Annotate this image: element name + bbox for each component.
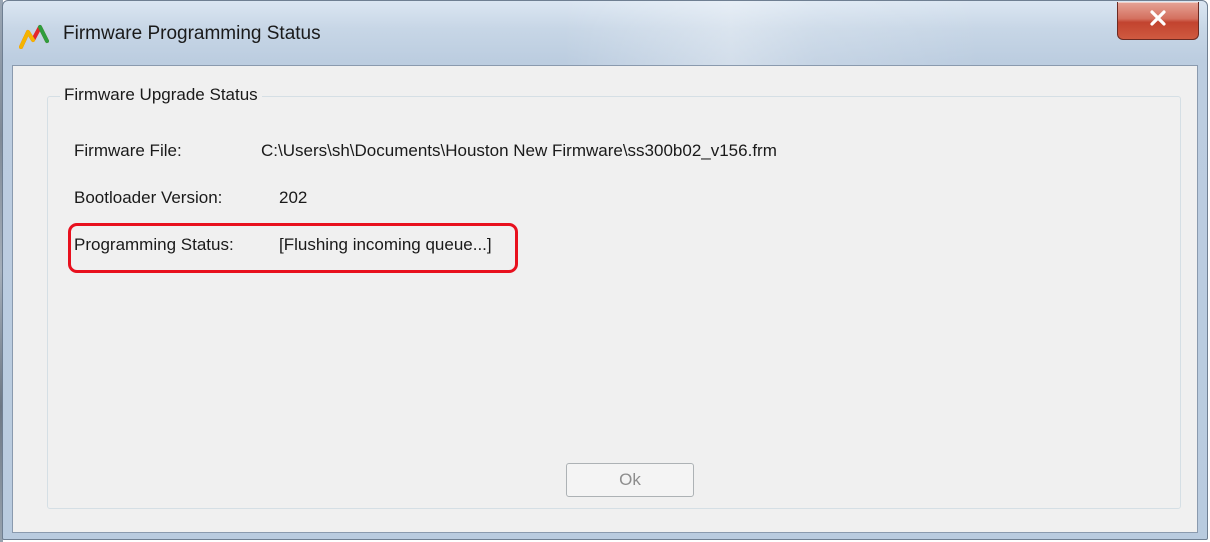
dialog-client-area: Firmware Upgrade Status Firmware File: C…: [12, 65, 1198, 533]
waveform-chart-icon: [19, 23, 49, 49]
firmware-file-value: C:\Users\sh\Documents\Houston New Firmwa…: [261, 141, 777, 160]
status-highlight-annotation: [68, 223, 518, 273]
dialog-window: Firmware Programming Status Firmware Upg…: [2, 0, 1208, 540]
window-title: Firmware Programming Status: [63, 23, 321, 44]
firmware-upgrade-status-group: Firmware Upgrade Status Firmware File: C…: [47, 85, 1181, 509]
ok-button[interactable]: Ok: [566, 463, 694, 497]
title-bar[interactable]: Firmware Programming Status: [3, 1, 1207, 65]
firmware-file-label: Firmware File:: [74, 141, 182, 160]
close-button[interactable]: [1117, 2, 1199, 40]
close-icon: [1148, 9, 1168, 32]
group-title: Firmware Upgrade Status: [60, 85, 262, 105]
bootloader-version-value: 202: [279, 188, 308, 207]
bootloader-version-label: Bootloader Version:: [74, 188, 223, 207]
